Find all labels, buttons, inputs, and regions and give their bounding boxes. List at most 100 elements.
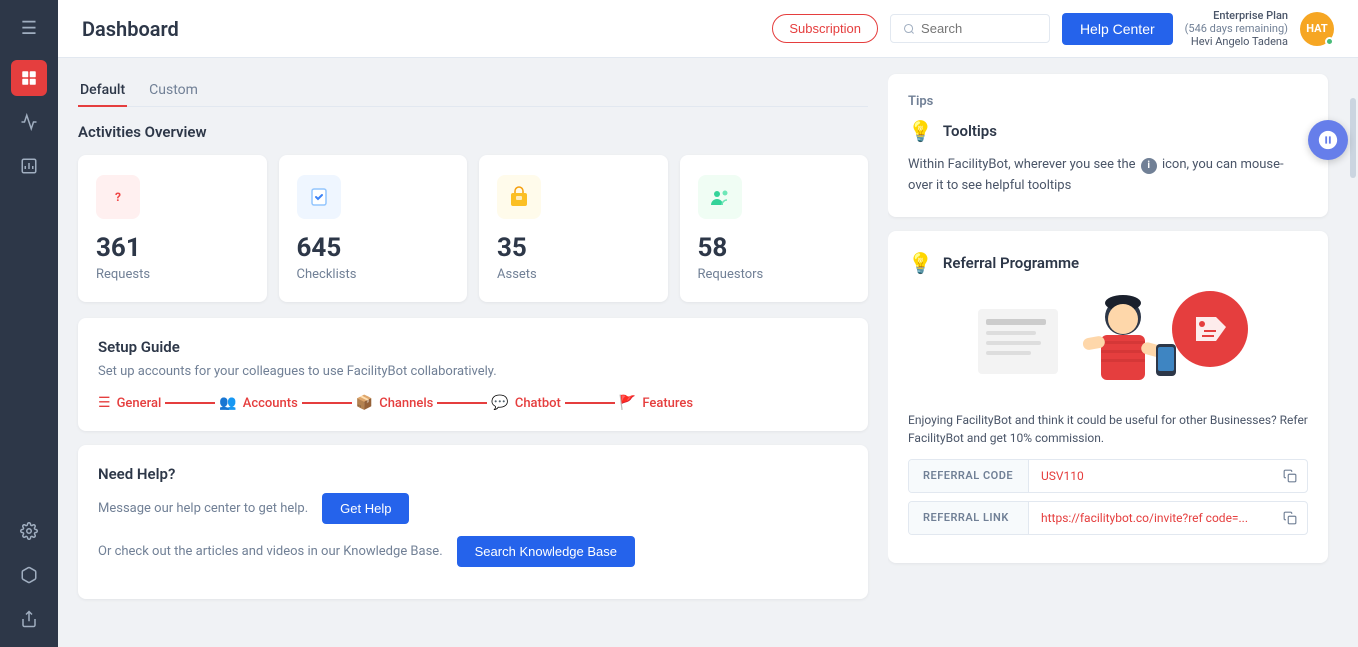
scrollbar-track[interactable] <box>1348 58 1358 647</box>
user-plan-info: Enterprise Plan (546 days remaining) Hev… <box>1185 9 1288 48</box>
referral-code-label: REFERRAL CODE <box>909 460 1029 492</box>
requests-icon: ? <box>96 175 140 219</box>
general-icon: ☰ <box>98 395 111 411</box>
stat-card-assets: 35 Assets <box>479 155 668 302</box>
requests-label: Requests <box>96 267 249 282</box>
need-help-section: Need Help? Message our help center to ge… <box>78 445 868 599</box>
user-name: Hevi Angelo Tadena <box>1185 35 1288 48</box>
requestors-label: Requestors <box>698 267 851 282</box>
chatbot-bubble[interactable] <box>1308 120 1348 160</box>
setup-steps: ☰ General 👥 Accounts 📦 Channels <box>98 395 848 411</box>
referral-description: Enjoying FacilityBot and think it could … <box>908 411 1308 447</box>
stat-card-requestors: 58 Requestors <box>680 155 869 302</box>
assets-icon <box>497 175 541 219</box>
kb-text: Or check out the articles and videos in … <box>98 544 443 559</box>
plan-days: (546 days remaining) <box>1185 22 1288 35</box>
get-help-button[interactable]: Get Help <box>322 493 409 524</box>
need-help-title: Need Help? <box>98 465 848 483</box>
setup-step-general[interactable]: ☰ General <box>98 395 161 411</box>
sidebar: ☰ <box>0 0 58 647</box>
copy-code-button[interactable] <box>1273 460 1307 492</box>
accounts-icon: 👥 <box>219 395 236 411</box>
referral-link-row: REFERRAL LINK https://facilitybot.co/inv… <box>908 501 1308 535</box>
setup-step-features[interactable]: 🚩 Features <box>619 395 693 411</box>
sidebar-item-integrations[interactable] <box>11 557 47 593</box>
chatbot-icon <box>1317 129 1339 151</box>
search-input[interactable] <box>921 21 1037 36</box>
referral-card: 💡 Referral Programme <box>888 231 1328 563</box>
copy-link-button[interactable] <box>1273 502 1307 534</box>
scrollbar-thumb[interactable] <box>1350 98 1356 178</box>
stat-cards-row: ? 361 Requests 645 Checklists <box>78 155 868 302</box>
tab-default[interactable]: Default <box>78 74 127 106</box>
step-connector-3 <box>437 402 487 404</box>
plan-name: Enterprise Plan <box>1185 9 1288 22</box>
main-area: Dashboard Subscription Help Center Enter… <box>58 0 1358 647</box>
tips-section-title: Tips <box>908 94 1308 109</box>
referral-illustration <box>908 289 1308 399</box>
requestors-count: 58 <box>698 233 851 263</box>
svg-text:?: ? <box>115 190 121 204</box>
requestors-icon <box>698 175 742 219</box>
sidebar-item-analytics[interactable] <box>11 104 47 140</box>
tooltips-header: 💡 Tooltips <box>908 119 1308 143</box>
search-box <box>890 14 1050 43</box>
tab-custom[interactable]: Custom <box>147 74 200 106</box>
checklists-count: 645 <box>297 233 450 263</box>
content-area: Default Custom Activities Overview ? 361… <box>58 58 1358 647</box>
referral-header: 💡 Referral Programme <box>908 251 1308 275</box>
setup-guide: Setup Guide Set up accounts for your col… <box>78 318 868 431</box>
tooltips-title: Tooltips <box>943 122 997 140</box>
requests-count: 361 <box>96 233 249 263</box>
referral-code-row: REFERRAL CODE USV110 <box>908 459 1308 493</box>
sidebar-item-reports[interactable] <box>11 148 47 184</box>
sidebar-item-export[interactable] <box>11 601 47 637</box>
search-kb-button[interactable]: Search Knowledge Base <box>457 536 635 567</box>
avatar[interactable]: HAT <box>1300 12 1334 46</box>
setup-guide-desc: Set up accounts for your colleagues to u… <box>98 364 848 379</box>
step-connector-2 <box>302 402 352 404</box>
setup-step-channels[interactable]: 📦 Channels <box>356 395 434 411</box>
referral-link-value: https://facilitybot.co/invite?ref code=.… <box>1029 502 1273 534</box>
referral-title: Referral Programme <box>943 254 1079 272</box>
subscription-button[interactable]: Subscription <box>772 14 878 43</box>
page-title: Dashboard <box>82 17 179 41</box>
referral-link-label: REFERRAL LINK <box>909 502 1029 534</box>
header-actions: Subscription Help Center Enterprise Plan… <box>772 9 1334 48</box>
content-right: Tips 💡 Tooltips Within FacilityBot, wher… <box>888 58 1348 647</box>
online-indicator <box>1325 37 1334 46</box>
assets-label: Assets <box>497 267 650 282</box>
features-icon: 🚩 <box>619 395 636 411</box>
step-connector-1 <box>165 402 215 404</box>
setup-guide-title: Setup Guide <box>98 338 848 356</box>
tab-bar: Default Custom <box>78 74 868 107</box>
search-icon <box>903 22 915 36</box>
tooltips-card: Tips 💡 Tooltips Within FacilityBot, wher… <box>888 74 1328 217</box>
help-row-1: Message our help center to get help. Get… <box>98 493 848 524</box>
info-icon: i <box>1141 158 1157 174</box>
stat-card-requests: ? 361 Requests <box>78 155 267 302</box>
referral-code-value: USV110 <box>1029 460 1273 492</box>
activities-title: Activities Overview <box>78 123 868 141</box>
help-message-text: Message our help center to get help. <box>98 501 308 516</box>
content-left: Default Custom Activities Overview ? 361… <box>58 58 888 647</box>
setup-step-chatbot[interactable]: 💬 Chatbot <box>491 395 561 411</box>
checklists-label: Checklists <box>297 267 450 282</box>
bulb-icon: 💡 <box>908 119 933 143</box>
sidebar-item-home[interactable] <box>11 60 47 96</box>
chatbot-icon: 💬 <box>491 395 508 411</box>
sidebar-menu-toggle[interactable]: ☰ <box>11 10 47 46</box>
referral-bulb-icon: 💡 <box>908 251 933 275</box>
channels-icon: 📦 <box>356 395 373 411</box>
header: Dashboard Subscription Help Center Enter… <box>58 0 1358 58</box>
setup-step-accounts[interactable]: 👥 Accounts <box>219 395 298 411</box>
step-connector-4 <box>565 402 615 404</box>
tooltips-description: Within FacilityBot, wherever you see the… <box>908 155 1308 197</box>
help-center-button[interactable]: Help Center <box>1062 13 1173 45</box>
stat-card-checklists: 645 Checklists <box>279 155 468 302</box>
help-row-2: Or check out the articles and videos in … <box>98 536 848 567</box>
sidebar-item-settings[interactable] <box>11 513 47 549</box>
activities-overview: Activities Overview ? 361 Requests <box>78 123 868 302</box>
assets-count: 35 <box>497 233 650 263</box>
checklists-icon <box>297 175 341 219</box>
